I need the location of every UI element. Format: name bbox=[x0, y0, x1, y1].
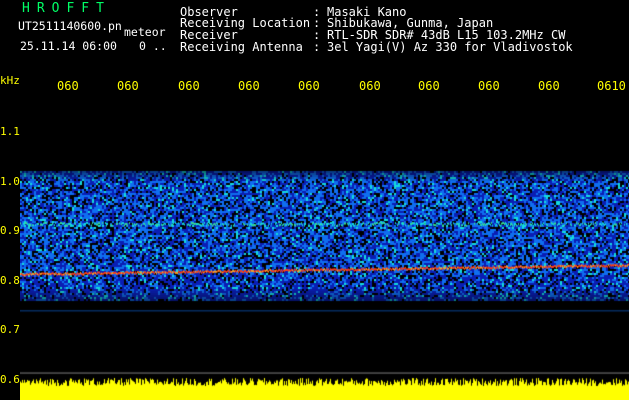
file-type-label: meteor bbox=[124, 25, 166, 39]
file-name: UT2511140600.pn bbox=[18, 19, 122, 33]
frequency-unit-label: kHz bbox=[0, 74, 20, 87]
x-tick-label: 060 bbox=[57, 79, 79, 93]
y-tick-label: 1.0 bbox=[0, 175, 20, 188]
x-tick-label: 060 bbox=[117, 79, 139, 93]
x-tick-label: 060 bbox=[238, 79, 260, 93]
antenna-label: Receiving Antenna bbox=[180, 40, 303, 54]
date-time: 25.11.14 06:00 bbox=[20, 39, 117, 53]
app-title: HROFFT bbox=[22, 1, 111, 16]
x-tick-label: 060 bbox=[478, 79, 500, 93]
spectrogram-canvas bbox=[20, 100, 629, 400]
y-tick-label: 0.9 bbox=[0, 224, 20, 237]
y-tick-label: 1.1 bbox=[0, 125, 20, 138]
x-tick-label: 060 bbox=[178, 79, 200, 93]
x-tick-label: 0610 bbox=[597, 79, 626, 93]
y-tick-label: 0.8 bbox=[0, 274, 20, 287]
antenna-value: 3el Yagi(V) Az 330 for Vladivostok bbox=[327, 40, 573, 54]
hrofft-window: HROFFT UT2511140600.pn meteor 25.11.14 0… bbox=[0, 0, 629, 400]
x-tick-label: 060 bbox=[538, 79, 560, 93]
x-tick-label: 060 bbox=[418, 79, 440, 93]
y-tick-label: 0.6 bbox=[0, 373, 20, 386]
x-tick-label: 060 bbox=[359, 79, 381, 93]
x-tick-label: 060 bbox=[298, 79, 320, 93]
y-tick-label: 0.7 bbox=[0, 323, 20, 336]
antenna-colon: : bbox=[313, 40, 321, 54]
echo-count: 0 .. bbox=[139, 39, 167, 53]
